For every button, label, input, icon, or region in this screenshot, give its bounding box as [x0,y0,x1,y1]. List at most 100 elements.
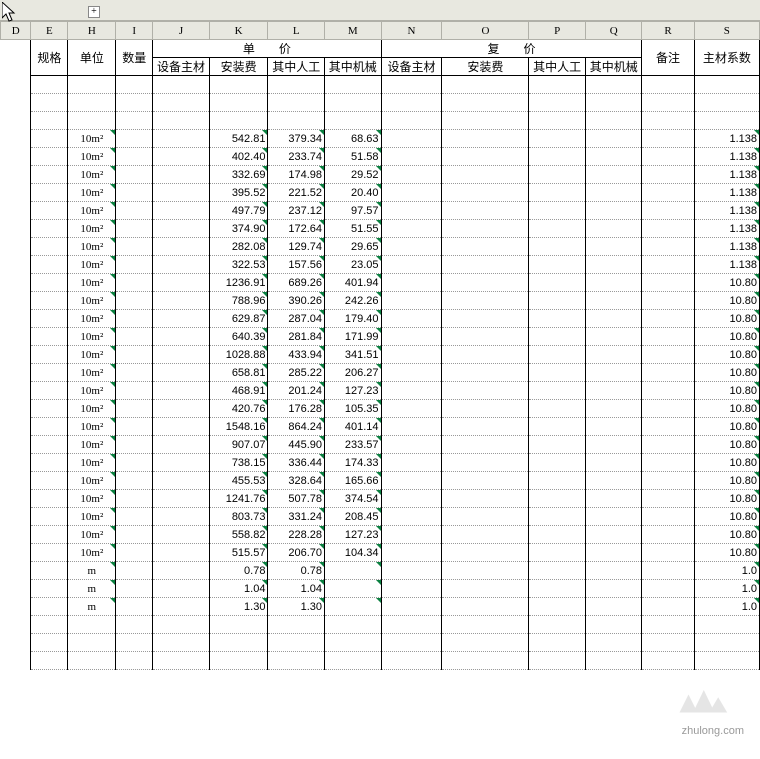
machine-cost[interactable]: 104.34 [325,544,382,562]
col-H[interactable]: H [68,22,116,40]
install-fee[interactable]: 1236.91 [209,274,268,292]
machine-cost[interactable]: 23.05 [325,256,382,274]
install-fee[interactable]: 658.81 [209,364,268,382]
factor[interactable]: 10.80 [694,544,759,562]
factor[interactable]: 10.80 [694,310,759,328]
factor[interactable]: 10.80 [694,328,759,346]
install-fee[interactable]: 322.53 [209,256,268,274]
labor-cost[interactable]: 285.22 [268,364,325,382]
factor[interactable]: 10.80 [694,508,759,526]
table-row[interactable]: 10m²658.81285.22206.2710.80 [1,364,760,382]
factor[interactable]: 1.138 [694,202,759,220]
machine-cost[interactable]: 206.27 [325,364,382,382]
factor[interactable]: 1.0 [694,580,759,598]
col-E[interactable]: E [31,22,68,40]
labor-cost[interactable]: 0.78 [268,562,325,580]
install-fee[interactable]: 1548.16 [209,418,268,436]
factor[interactable]: 1.138 [694,130,759,148]
labor-cost[interactable]: 201.24 [268,382,325,400]
install-fee[interactable]: 1.30 [209,598,268,616]
factor[interactable]: 1.138 [694,148,759,166]
labor-cost[interactable]: 336.44 [268,454,325,472]
unit-cell[interactable]: 10m² [68,292,116,310]
unit-cell[interactable]: 10m² [68,130,116,148]
labor-cost[interactable]: 864.24 [268,418,325,436]
unit-cell[interactable]: 10m² [68,148,116,166]
machine-cost[interactable]: 29.65 [325,238,382,256]
table-row[interactable]: 10m²395.52221.5220.401.138 [1,184,760,202]
machine-cost[interactable]: 401.14 [325,418,382,436]
labor-cost[interactable]: 221.52 [268,184,325,202]
machine-cost[interactable]: 105.35 [325,400,382,418]
machine-cost[interactable] [325,562,382,580]
labor-cost[interactable]: 206.70 [268,544,325,562]
factor[interactable]: 1.138 [694,238,759,256]
factor[interactable]: 10.80 [694,472,759,490]
machine-cost[interactable]: 171.99 [325,328,382,346]
unit-cell[interactable]: 10m² [68,220,116,238]
labor-cost[interactable]: 287.04 [268,310,325,328]
unit-cell[interactable]: 10m² [68,544,116,562]
factor[interactable]: 1.0 [694,598,759,616]
labor-cost[interactable]: 1.30 [268,598,325,616]
table-row[interactable]: m1.301.301.0 [1,598,760,616]
table-row[interactable]: m1.041.041.0 [1,580,760,598]
col-P[interactable]: P [529,22,586,40]
machine-cost[interactable]: 242.26 [325,292,382,310]
labor-cost[interactable]: 390.26 [268,292,325,310]
labor-cost[interactable]: 129.74 [268,238,325,256]
labor-cost[interactable]: 176.28 [268,400,325,418]
labor-cost[interactable]: 507.78 [268,490,325,508]
unit-cell[interactable]: m [68,580,116,598]
machine-cost[interactable]: 165.66 [325,472,382,490]
install-fee[interactable]: 907.07 [209,436,268,454]
unit-cell[interactable]: 10m² [68,454,116,472]
col-K[interactable]: K [209,22,268,40]
unit-cell[interactable]: 10m² [68,418,116,436]
table-row[interactable]: 10m²907.07445.90233.5710.80 [1,436,760,454]
machine-cost[interactable]: 233.57 [325,436,382,454]
unit-cell[interactable]: 10m² [68,508,116,526]
machine-cost[interactable]: 127.23 [325,382,382,400]
table-row[interactable]: 10m²1236.91689.26401.9410.80 [1,274,760,292]
table-row[interactable]: 10m²282.08129.7429.651.138 [1,238,760,256]
unit-cell[interactable]: 10m² [68,238,116,256]
labor-cost[interactable]: 281.84 [268,328,325,346]
table-row[interactable]: 10m²515.57206.70104.3410.80 [1,544,760,562]
table-row[interactable]: 10m²788.96390.26242.2610.80 [1,292,760,310]
table-row[interactable]: 10m²629.87287.04179.4010.80 [1,310,760,328]
unit-cell[interactable]: 10m² [68,472,116,490]
table-row[interactable]: 10m²468.91201.24127.2310.80 [1,382,760,400]
labor-cost[interactable]: 689.26 [268,274,325,292]
install-fee[interactable]: 738.15 [209,454,268,472]
unit-cell[interactable]: 10m² [68,364,116,382]
col-S[interactable]: S [694,22,759,40]
outline-expand-button[interactable]: + [88,6,100,18]
labor-cost[interactable]: 331.24 [268,508,325,526]
col-N[interactable]: N [381,22,442,40]
table-row[interactable]: 10m²374.90172.6451.551.138 [1,220,760,238]
install-fee[interactable]: 455.53 [209,472,268,490]
install-fee[interactable]: 788.96 [209,292,268,310]
machine-cost[interactable]: 374.54 [325,490,382,508]
unit-cell[interactable]: 10m² [68,346,116,364]
factor[interactable]: 10.80 [694,382,759,400]
table-row[interactable]: 10m²738.15336.44174.3310.80 [1,454,760,472]
factor[interactable]: 10.80 [694,274,759,292]
factor[interactable]: 1.138 [694,166,759,184]
install-fee[interactable]: 542.81 [209,130,268,148]
machine-cost[interactable]: 29.52 [325,166,382,184]
col-L[interactable]: L [268,22,325,40]
table-row[interactable]: 10m²322.53157.5623.051.138 [1,256,760,274]
machine-cost[interactable]: 401.94 [325,274,382,292]
labor-cost[interactable]: 157.56 [268,256,325,274]
col-I[interactable]: I [116,22,153,40]
table-row[interactable]: 10m²1548.16864.24401.1410.80 [1,418,760,436]
install-fee[interactable]: 497.79 [209,202,268,220]
machine-cost[interactable] [325,580,382,598]
factor[interactable]: 10.80 [694,346,759,364]
install-fee[interactable]: 1028.88 [209,346,268,364]
machine-cost[interactable]: 174.33 [325,454,382,472]
install-fee[interactable]: 332.69 [209,166,268,184]
factor[interactable]: 1.138 [694,220,759,238]
